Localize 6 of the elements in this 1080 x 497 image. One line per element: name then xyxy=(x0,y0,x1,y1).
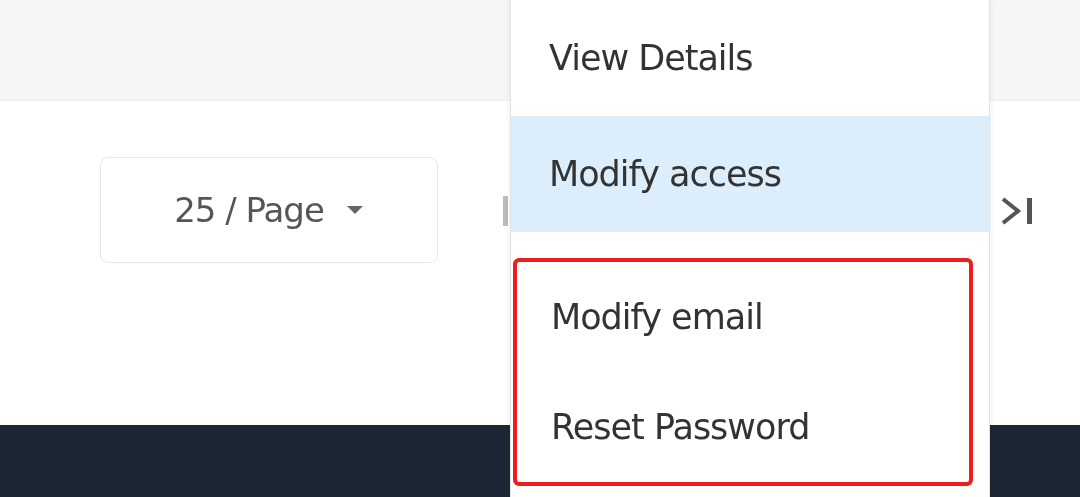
menu-item[interactable]: Modify email xyxy=(517,262,969,372)
caret-icon xyxy=(345,205,364,215)
page-size-select[interactable]: 25 / Page xyxy=(100,157,438,263)
menu-item[interactable]: Reset Password xyxy=(517,372,969,482)
menu-item[interactable]: Modify access xyxy=(511,116,989,232)
menu-item[interactable]: View Details xyxy=(511,0,989,116)
